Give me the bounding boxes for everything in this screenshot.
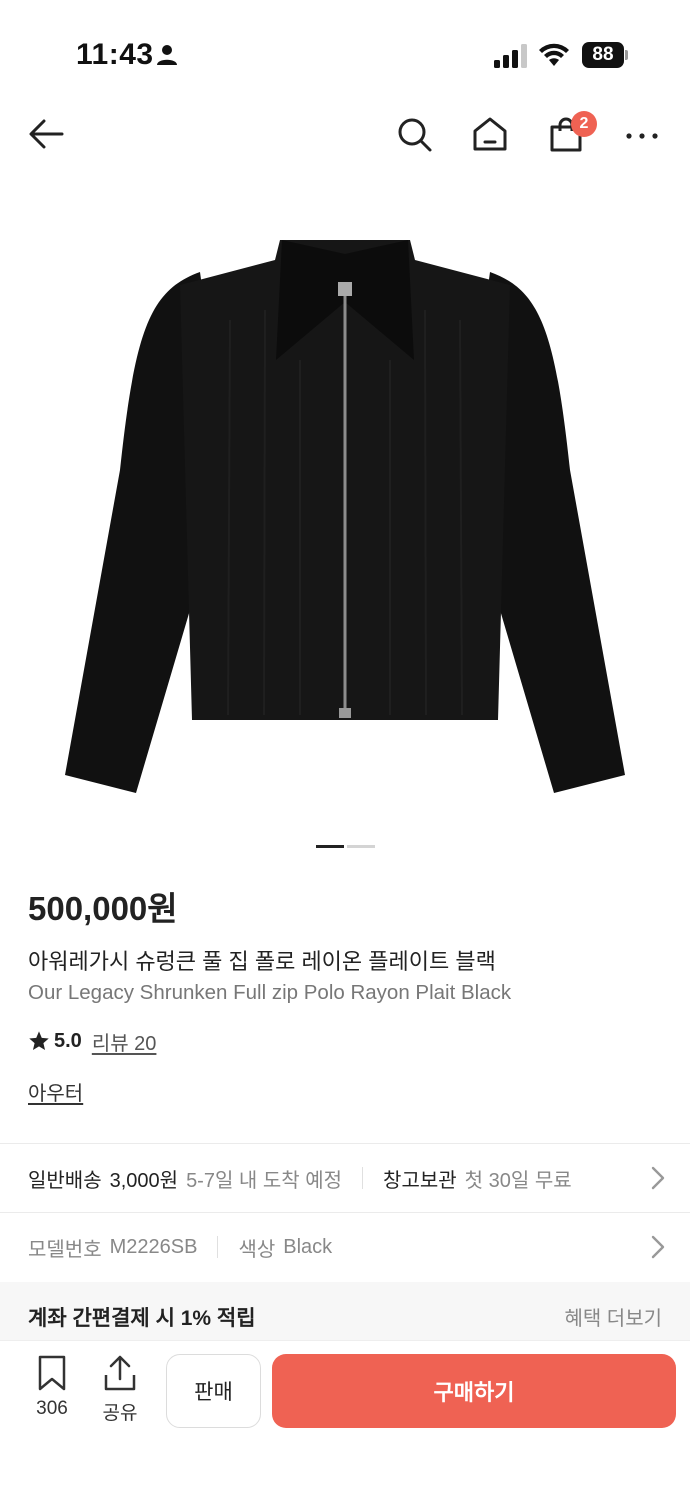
rating-value: 5.0 <box>54 1029 82 1052</box>
review-link[interactable]: 리뷰 20 <box>92 1027 157 1056</box>
share-label: 공유 <box>102 1403 138 1424</box>
chevron-right-icon <box>651 1166 665 1190</box>
more-options-icon[interactable] <box>622 114 662 154</box>
product-name-english: Our Legacy Shrunken Full zip Polo Rayon … <box>28 981 512 1004</box>
chevron-right-icon <box>651 1235 665 1259</box>
benefit-text: 계좌 간편결제 시 1% 적립 <box>28 1307 256 1330</box>
storage-detail: 첫 30일 무료 <box>464 1169 572 1192</box>
battery-cap <box>625 50 628 60</box>
product-name-korean: 아워레가시 슈렁큰 풀 집 폴로 레이온 플레이트 블랙 <box>28 949 496 974</box>
sell-button[interactable]: 판매 <box>166 1354 261 1428</box>
bookmark-icon <box>38 1355 66 1391</box>
pagination-dot[interactable] <box>347 845 375 848</box>
bottom-action-bar: 306 공유 판매 구매하기 <box>0 1340 690 1500</box>
benefit-banner: 계좌 간편결제 시 1% 적립 혜택 더보기 <box>0 1282 690 1340</box>
share-button[interactable]: 공유 <box>92 1355 148 1425</box>
rating-row: 5.0 리뷰 20 <box>28 1026 156 1056</box>
star-icon <box>29 1031 49 1050</box>
shipping-eta: 5-7일 내 도착 예정 <box>186 1169 343 1192</box>
product-image[interactable] <box>40 210 650 810</box>
benefit-more-link[interactable]: 혜택 더보기 <box>564 1302 662 1331</box>
separator <box>362 1167 364 1189</box>
storage-label: 창고보관 <box>383 1169 457 1192</box>
pagination-dot-active[interactable] <box>316 845 344 848</box>
battery-level: 88 <box>582 42 624 68</box>
bookmark-button[interactable]: 306 <box>24 1355 80 1425</box>
wifi-icon <box>539 43 569 66</box>
color-label: 색상 <box>238 1238 276 1261</box>
cart-count-badge: 2 <box>571 111 597 137</box>
category-link[interactable]: 아우터 <box>28 1077 83 1106</box>
battery-indicator: 88 <box>582 42 628 68</box>
person-icon <box>157 45 177 65</box>
model-label: 모델번호 <box>28 1238 102 1261</box>
shipping-method: 일반배송 <box>28 1169 102 1192</box>
color-value: Black <box>283 1235 333 1258</box>
home-icon[interactable] <box>470 114 510 154</box>
jacket-illustration <box>65 240 625 793</box>
search-icon[interactable] <box>394 114 434 154</box>
cellular-signal-icon <box>494 44 527 68</box>
model-value: M2226SB <box>109 1235 198 1258</box>
share-icon <box>104 1355 136 1391</box>
separator <box>217 1236 219 1258</box>
status-time: 11:43 <box>76 38 154 71</box>
shipping-fee: 3,000원 <box>109 1169 179 1192</box>
bookmark-count: 306 <box>36 1398 68 1419</box>
back-arrow-icon[interactable] <box>26 114 66 154</box>
specs-row[interactable]: 모델번호 M2226SB 색상 Black <box>0 1213 690 1281</box>
product-price: 500,000원 <box>28 890 178 927</box>
status-bar: 11:43 88 <box>0 0 690 100</box>
shipping-row[interactable]: 일반배송 3,000원 5-7일 내 도착 예정 창고보관 첫 30일 무료 <box>0 1144 690 1212</box>
image-pagination <box>316 845 376 849</box>
buy-button[interactable]: 구매하기 <box>272 1354 676 1428</box>
